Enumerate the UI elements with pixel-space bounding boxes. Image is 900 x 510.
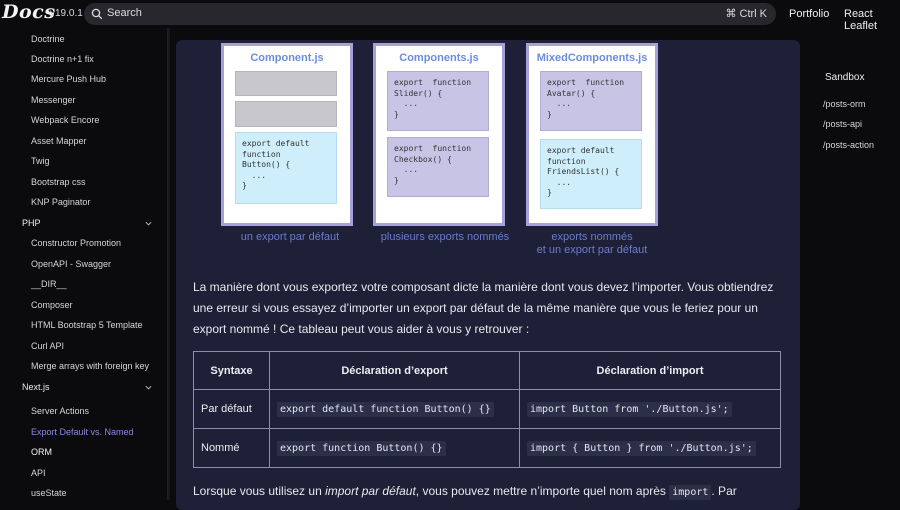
- sidebar-item-mercure[interactable]: Mercure Push Hub: [31, 74, 106, 84]
- search-icon: [91, 8, 103, 20]
- diagram-panel-component: Component.js export default function But…: [221, 43, 353, 226]
- placeholder-block: [235, 101, 337, 127]
- text: . Par: [711, 484, 737, 498]
- code-named-export: export function Checkbox() { ... }: [387, 137, 489, 197]
- sidebar-section-nextjs[interactable]: Next.js: [22, 382, 50, 392]
- sidebar-item-webpack-encore[interactable]: Webpack Encore: [31, 115, 99, 125]
- export-import-table: Syntaxe Déclaration d’export Déclaration…: [193, 351, 781, 468]
- top-bar: Docs v19.0.1 Search ⌘ Ctrl K Portfolio R…: [0, 0, 900, 32]
- diagram-caption: exports nommés: [551, 231, 633, 243]
- table-row: Nommé export function Button() {} import…: [193, 428, 781, 468]
- diagram-caption: et un export par défaut: [536, 244, 648, 256]
- code-default-export: export default function FriendsList() { …: [540, 139, 642, 209]
- sidebar-item-openapi[interactable]: OpenAPI - Swagger: [31, 259, 111, 269]
- chevron-down-icon[interactable]: [145, 384, 152, 391]
- code-named-export: export function Avatar() { ... }: [540, 71, 642, 131]
- table-header: Déclaration d’import: [519, 351, 781, 390]
- sidebar-item-api[interactable]: API: [31, 468, 46, 478]
- table-cell: export default function Button() {}: [269, 389, 520, 429]
- table-cell: Nommé: [193, 428, 270, 468]
- sidebar-item-merge-arrays[interactable]: Merge arrays with foreign key: [31, 361, 149, 371]
- sidebar-item-messenger[interactable]: Messenger: [31, 95, 76, 105]
- panel-title: Component.js: [250, 52, 324, 64]
- toc-item-posts-orm[interactable]: /posts-orm: [823, 99, 866, 109]
- sidebar-scrollbar[interactable]: [168, 28, 170, 500]
- nav-react-leaflet[interactable]: React Leaflet: [844, 8, 900, 32]
- inline-code: import Button from './Button.js';: [527, 402, 732, 417]
- sidebar-item-composer[interactable]: Composer: [31, 300, 73, 310]
- toc-item-posts-api[interactable]: /posts-api: [823, 119, 862, 129]
- table-cell: import { Button } from './Button.js';: [519, 428, 781, 468]
- toc-item-posts-action[interactable]: /posts-action: [823, 140, 874, 150]
- intro-paragraph: La manière dont vous exportez votre comp…: [193, 280, 774, 336]
- sidebar-item-doctrine-n1-fix[interactable]: Doctrine n+1 fix: [31, 54, 94, 64]
- text: Lorsque vous utilisez un: [193, 484, 326, 498]
- sidebar-item-asset-mapper[interactable]: Asset Mapper: [31, 136, 87, 146]
- sidebar-section-php[interactable]: PHP: [22, 218, 41, 228]
- search-input[interactable]: Search ⌘ Ctrl K: [84, 3, 776, 25]
- sidebar: Doctrine Doctrine n+1 fix Mercure Push H…: [0, 28, 168, 500]
- table-cell: Par défaut: [193, 389, 270, 429]
- emphasis-text: import par défaut: [325, 484, 416, 498]
- sidebar-item-dir[interactable]: __DIR__: [31, 279, 67, 289]
- sidebar-item-export-default[interactable]: Export Default vs. Named: [31, 427, 134, 437]
- version-label: v19.0.1: [50, 8, 83, 19]
- diagram-caption: un export par défaut: [240, 231, 340, 243]
- main-content: Component.js export default function But…: [176, 40, 800, 510]
- diagram-caption: plusieurs exports nommés: [380, 231, 510, 243]
- search-shortcut: ⌘ Ctrl K: [725, 8, 767, 20]
- diagram-panel-mixed: MixedComponents.js export function Avata…: [526, 43, 658, 226]
- table-row: Par défaut export default function Butto…: [193, 389, 781, 429]
- table-header: Déclaration d’export: [269, 351, 520, 390]
- chevron-down-icon[interactable]: [145, 220, 152, 227]
- sidebar-item-doctrine[interactable]: Doctrine: [31, 34, 65, 44]
- sidebar-item-curl-api[interactable]: Curl API: [31, 341, 64, 351]
- inline-code: export function Button() {}: [277, 441, 446, 456]
- placeholder-block: [235, 71, 337, 96]
- sidebar-item-bootstrap-css[interactable]: Bootstrap css: [31, 177, 86, 187]
- panel-title: MixedComponents.js: [536, 52, 648, 64]
- sidebar-item-server-actions[interactable]: Server Actions: [31, 406, 89, 416]
- table-header: Syntaxe: [193, 351, 270, 390]
- table-cell: export function Button() {}: [269, 428, 520, 468]
- sidebar-item-html-bootstrap[interactable]: HTML Bootstrap 5 Template: [31, 320, 143, 330]
- inline-code: export default function Button() {}: [277, 402, 494, 417]
- code-default-export: export default function Button() { ... }: [235, 132, 337, 204]
- sidebar-item-knp-paginator[interactable]: KNP Paginator: [31, 197, 90, 207]
- docs-logo[interactable]: Docs: [2, 1, 55, 23]
- sidebar-item-usestate[interactable]: useState: [31, 488, 67, 498]
- inline-code: import: [669, 485, 712, 500]
- sidebar-item-constructor-promotion[interactable]: Constructor Promotion: [31, 238, 121, 248]
- panel-title: Components.js: [399, 52, 479, 64]
- inline-code: import { Button } from './Button.js';: [527, 441, 756, 456]
- table-header-row: Syntaxe Déclaration d’export Déclaration…: [193, 351, 781, 390]
- sidebar-item-orm[interactable]: ORM: [31, 447, 52, 457]
- search-placeholder: Search: [107, 7, 142, 19]
- table-cell: import Button from './Button.js';: [519, 389, 781, 429]
- code-named-export: export function Slider() { ... }: [387, 71, 489, 131]
- toc-title: Sandbox: [825, 72, 865, 83]
- diagram-panel-components: Components.js export function Slider() {…: [373, 43, 505, 226]
- sidebar-item-twig[interactable]: Twig: [31, 156, 50, 166]
- nav-portfolio[interactable]: Portfolio: [789, 8, 829, 20]
- text: , vous pouvez mettre n’importe quel nom …: [415, 484, 670, 498]
